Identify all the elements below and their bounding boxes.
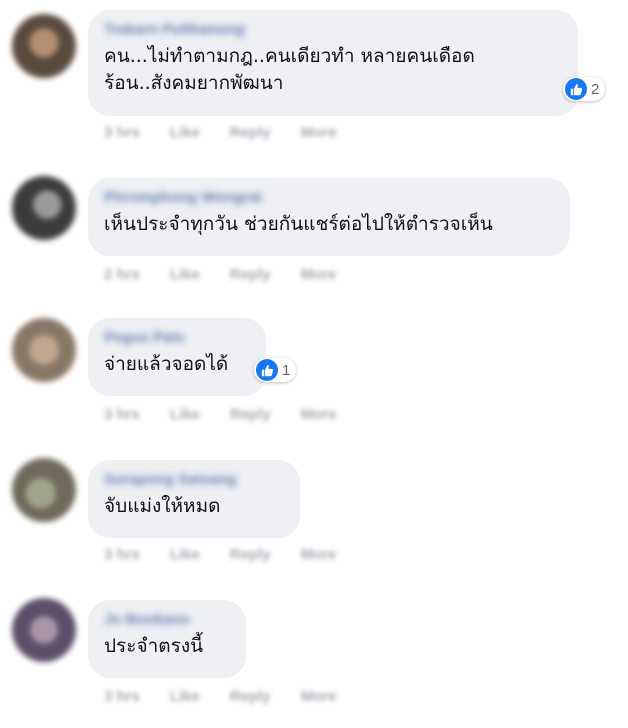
comment-actions: 3 hrs Like Reply More (104, 688, 337, 705)
comment-author[interactable]: Trakarn Pulthanung (104, 20, 560, 40)
reaction-summary[interactable]: 1 (254, 358, 297, 382)
comment-text-line: จ่ายแล้วจอดได้ (104, 353, 229, 375)
more-link[interactable]: More (301, 406, 337, 423)
comment-bubble: Pegus Pats จ่ายแล้วจอดได้ (88, 318, 266, 396)
more-link[interactable]: More (301, 266, 337, 283)
reaction-count: 1 (282, 361, 291, 379)
avatar[interactable] (12, 176, 76, 240)
comment-actions: 3 hrs Like Reply More (104, 406, 337, 423)
comment-time[interactable]: 3 hrs (104, 406, 140, 423)
comment-author[interactable]: Surapong Satsang (104, 470, 282, 490)
reaction-summary[interactable]: 2 (563, 77, 606, 101)
comment-time[interactable]: 3 hrs (104, 688, 140, 705)
comment-bubble: Jo Bookano ประจำตรงนี้ (88, 600, 246, 678)
reply-link[interactable]: Reply (230, 546, 271, 563)
comment-bubble: Surapong Satsang จับแม่งให้หมด (88, 460, 300, 538)
comment-text: จ่ายแล้วจอดได้ (104, 351, 248, 378)
like-link[interactable]: Like (170, 266, 200, 283)
comment-time[interactable]: 3 hrs (104, 124, 140, 141)
more-link[interactable]: More (301, 124, 337, 141)
comment-text: ประจำตรงนี้ (104, 633, 228, 660)
comment-text-line: ร้อน..สังคมยากพัฒนา (104, 72, 284, 94)
comment-text-line: เห็นประจำทุกวัน ช่วยกันแชร์ต่อไปให้ตำรวจ… (104, 213, 493, 235)
avatar[interactable] (12, 14, 76, 78)
thumbs-up-icon (256, 359, 278, 381)
thumbs-up-icon (565, 78, 587, 100)
comment-bubble: Trakarn Pulthanung คน...ไม่ทำตามกฎ..คนเด… (88, 10, 578, 116)
reply-link[interactable]: Reply (230, 266, 271, 283)
like-link[interactable]: Like (170, 688, 200, 705)
comment-bubble: Phromphong Wongrat เห็นประจำทุกวัน ช่วยก… (88, 178, 570, 256)
comment-author[interactable]: Pegus Pats (104, 328, 248, 348)
like-link[interactable]: Like (170, 124, 200, 141)
reaction-count: 2 (591, 80, 600, 98)
comment-time[interactable]: 3 hrs (104, 546, 140, 563)
comment-author[interactable]: Jo Bookano (104, 610, 228, 630)
reply-link[interactable]: Reply (230, 688, 271, 705)
reply-link[interactable]: Reply (230, 124, 271, 141)
like-link[interactable]: Like (170, 406, 200, 423)
avatar[interactable] (12, 318, 76, 382)
reply-link[interactable]: Reply (230, 406, 271, 423)
comment-actions: 3 hrs Like Reply More (104, 124, 337, 141)
comment-text: จับแม่งให้หมด (104, 493, 282, 520)
like-link[interactable]: Like (170, 546, 200, 563)
comment-actions: 2 hrs Like Reply More (104, 266, 337, 283)
more-link[interactable]: More (301, 688, 337, 705)
more-link[interactable]: More (301, 546, 337, 563)
comment-text-line: คน...ไม่ทำตามกฎ..คนเดียวทำ หลายคนเดือด (104, 45, 475, 67)
comment-actions: 3 hrs Like Reply More (104, 546, 337, 563)
comment-text: คน...ไม่ทำตามกฎ..คนเดียวทำ หลายคนเดือด ร… (104, 43, 560, 97)
comment-text-line: จับแม่งให้หมด (104, 495, 221, 517)
comment-text: เห็นประจำทุกวัน ช่วยกันแชร์ต่อไปให้ตำรวจ… (104, 211, 552, 238)
comment-text-line: ประจำตรงนี้ (104, 635, 204, 657)
comment-time[interactable]: 2 hrs (104, 266, 140, 283)
avatar[interactable] (12, 598, 76, 662)
comment-author[interactable]: Phromphong Wongrat (104, 188, 552, 208)
avatar[interactable] (12, 458, 76, 522)
